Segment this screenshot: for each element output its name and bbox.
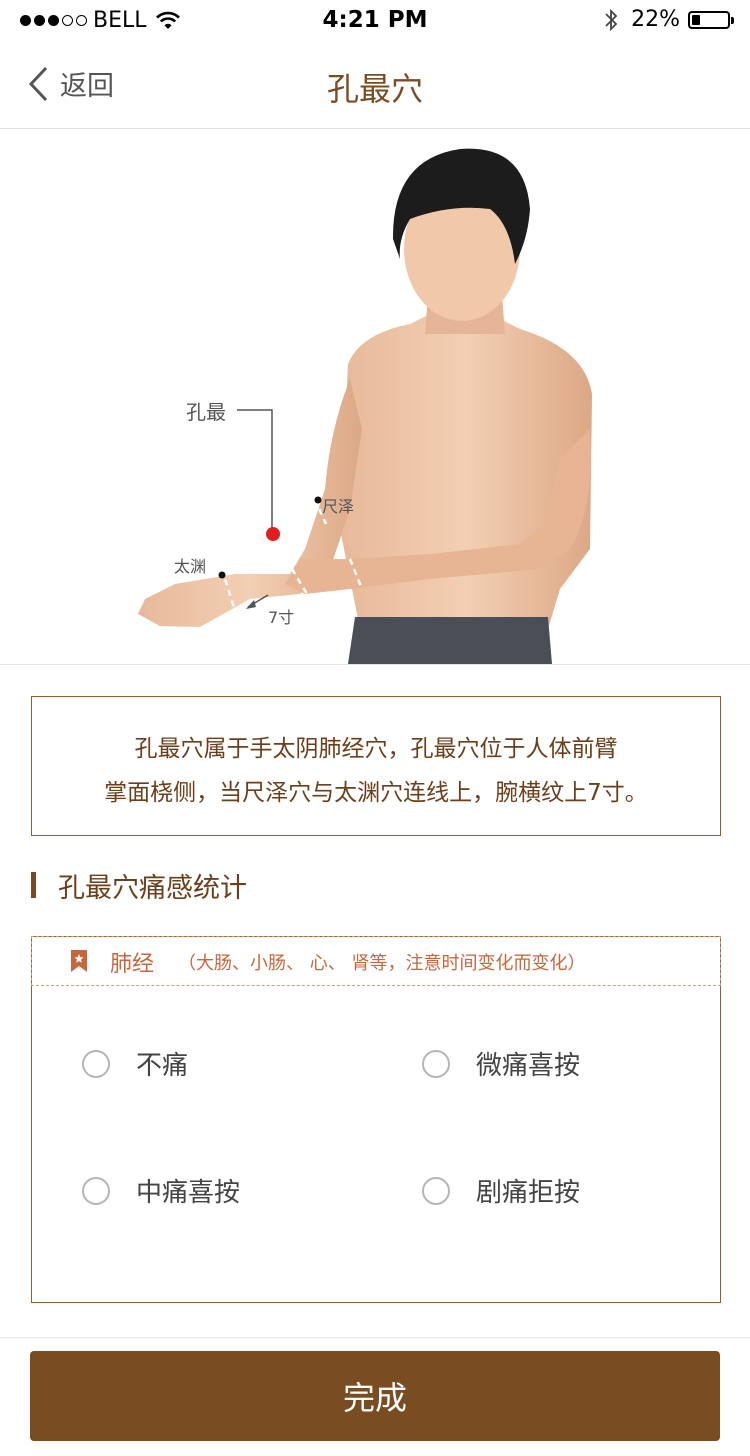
- bluetooth-icon: [605, 8, 618, 31]
- description-line-1: 孔最穴属于手太阴肺经穴，孔最穴位于人体前臂: [134, 736, 618, 762]
- taiyuan-label: 太渊: [174, 557, 206, 576]
- kongzui-label: 孔最: [186, 400, 226, 424]
- footer-divider: [0, 1337, 750, 1338]
- option-label: 剧痛拒按: [476, 1178, 581, 1208]
- option-label: 中痛喜按: [136, 1178, 241, 1208]
- section-header: 孔最穴痛感统计: [31, 866, 247, 904]
- meridian-name: 肺经: [110, 952, 155, 977]
- radio-moderate-pain[interactable]: [82, 1176, 110, 1205]
- chize-point: [314, 496, 322, 504]
- battery-area: 22%: [603, 7, 734, 32]
- battery-icon: [688, 10, 734, 29]
- done-button[interactable]: 完成: [30, 1351, 720, 1441]
- chize-label: 尺泽: [322, 497, 354, 516]
- pain-statistics-card: 肺经 （大肠、小肠、 心、 肾等，注意时间变化而变化） 不痛 微痛喜按 中痛喜按…: [31, 936, 721, 1303]
- option-label: 不痛: [136, 1051, 189, 1081]
- distance-label: 7寸: [268, 608, 294, 627]
- status-bar: BELL 4:21 PM 22%: [0, 0, 750, 42]
- battery-percent: 22%: [631, 7, 680, 32]
- card-header: 肺经 （大肠、小肠、 心、 肾等，注意时间变化而变化）: [31, 936, 721, 986]
- distance-arrowhead: [246, 600, 256, 609]
- shorts-shape: [348, 617, 552, 664]
- option-no-pain[interactable]: 不痛: [82, 1045, 188, 1082]
- acupoint-illustration: 孔最 尺泽 太渊 7寸: [0, 129, 750, 665]
- kongzui-point: [266, 527, 280, 541]
- radio-slight-pain[interactable]: [422, 1049, 450, 1078]
- option-slight-pain[interactable]: 微痛喜按: [422, 1045, 580, 1082]
- option-severe-pain[interactable]: 剧痛拒按: [422, 1172, 580, 1209]
- kongzui-callout-line: [237, 409, 273, 531]
- navigation-bar: 返回 孔最穴: [0, 42, 750, 129]
- meridian-note: （大肠、小肠、 心、 肾等，注意时间变化而变化）: [178, 953, 586, 974]
- radio-no-pain[interactable]: [82, 1049, 110, 1078]
- acupoint-figure: 孔最 尺泽 太渊 7寸: [138, 148, 592, 664]
- option-moderate-pain[interactable]: 中痛喜按: [82, 1172, 240, 1209]
- bookmark-icon: [71, 950, 87, 972]
- description-line-2: 掌面桡侧，当尺泽穴与太渊穴连线上，腕横纹上7寸。: [104, 780, 648, 806]
- acupoint-description: 孔最穴属于手太阴肺经穴，孔最穴位于人体前臂 掌面桡侧，当尺泽穴与太渊穴连线上，腕…: [31, 696, 721, 836]
- taiyuan-point: [218, 571, 226, 579]
- page-title: 孔最穴: [326, 70, 423, 108]
- section-title: 孔最穴痛感统计: [58, 872, 247, 904]
- option-label: 微痛喜按: [476, 1051, 581, 1081]
- radio-severe-pain[interactable]: [422, 1176, 450, 1205]
- section-accent-bar: [31, 872, 36, 898]
